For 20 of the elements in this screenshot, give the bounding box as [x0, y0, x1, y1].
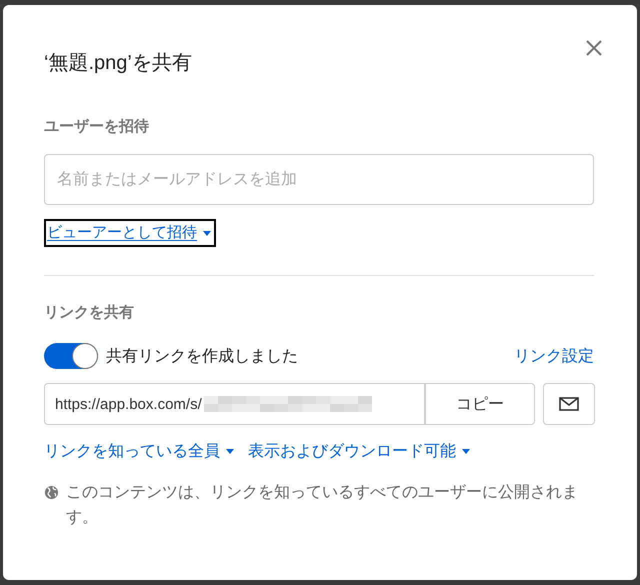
invite-role-link[interactable]: ビューアーとして招待	[44, 219, 216, 247]
note-text: このコンテンツは、リンクを知っているすべてのユーザーに公開されます。	[66, 483, 579, 528]
invite-field[interactable]: 名前またはメールアドレスを追加	[44, 154, 594, 205]
section-heading: リンクを共有	[44, 303, 135, 323]
mail-icon	[559, 397, 579, 411]
permission-dropdown[interactable]: 表示およびダウンロード可能	[248, 441, 470, 462]
email-button[interactable]	[543, 383, 595, 425]
globe-icon	[44, 485, 59, 500]
link-settings-link[interactable]: リンク設定	[514, 346, 594, 366]
section-heading: ユーザーを招待	[44, 117, 150, 137]
caret-icon	[226, 449, 234, 454]
access-dropdown[interactable]: リンクを知っている全員	[44, 441, 234, 462]
toggle-label: 共有リンクを作成しました	[106, 346, 299, 366]
copy-button[interactable]: コピー	[425, 383, 535, 425]
dialog-title: ‘無題.png’を共有	[44, 51, 193, 76]
caret-icon	[203, 230, 211, 236]
toggle-switch[interactable]	[44, 343, 98, 369]
close-icon[interactable]	[586, 40, 602, 56]
caret-icon	[462, 449, 470, 454]
url-field[interactable]: https://app.box.com/s/	[44, 383, 425, 425]
